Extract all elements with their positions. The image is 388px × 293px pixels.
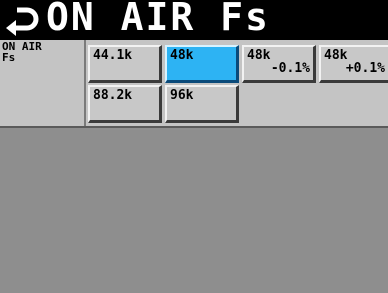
page-title: ON AIR Fs: [46, 0, 270, 39]
option-sublabel: +0.1%: [345, 61, 385, 76]
divider: [0, 126, 388, 128]
option-label: 44.1k: [93, 48, 133, 63]
fs-option-48k-minus-0-1[interactable]: 48k -0.1%: [242, 45, 316, 83]
option-label: 48k: [324, 48, 348, 63]
title-bar: ON AIR Fs: [0, 0, 388, 40]
fs-option-48k[interactable]: 48k: [165, 45, 239, 83]
return-arrow-icon: [6, 7, 39, 36]
back-button[interactable]: [3, 4, 43, 36]
fs-option-88-2k[interactable]: 88.2k: [88, 85, 162, 123]
fs-option-96k[interactable]: 96k: [165, 85, 239, 123]
option-sublabel: -0.1%: [270, 61, 310, 76]
row-label-cell: ON AIR Fs: [0, 40, 84, 126]
option-label: 96k: [170, 88, 194, 103]
fs-option-44-1k[interactable]: 44.1k: [88, 45, 162, 83]
option-label: 48k: [247, 48, 271, 63]
row-label: ON AIR Fs: [2, 40, 42, 64]
divider: [84, 40, 86, 126]
option-label: 88.2k: [93, 88, 133, 103]
fs-option-48k-plus-0-1[interactable]: 48k +0.1%: [319, 45, 388, 83]
option-label: 48k: [170, 48, 194, 63]
